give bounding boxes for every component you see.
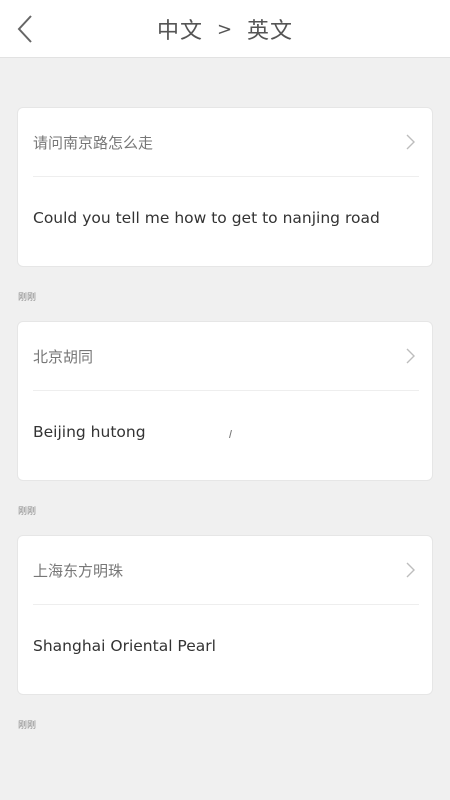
cursor-mark bbox=[229, 430, 232, 438]
chevron-right-icon bbox=[406, 134, 415, 150]
target-language[interactable]: 英文 bbox=[247, 13, 293, 45]
chevron-right-icon bbox=[406, 348, 415, 364]
page-title: 中文 > 英文 bbox=[0, 0, 450, 58]
language-arrow: > bbox=[216, 18, 234, 40]
source-text-row[interactable]: 请问南京路怎么走 bbox=[33, 108, 419, 177]
translation-card: 北京胡同 Beijing hutong bbox=[17, 321, 433, 481]
source-text-row[interactable]: 北京胡同 bbox=[33, 322, 419, 391]
translation-card: 请问南京路怎么走 Could you tell me how to get to… bbox=[17, 107, 433, 267]
timestamp: 刚刚 bbox=[18, 721, 37, 731]
top-bar: 中文 > 英文 bbox=[0, 0, 450, 58]
source-text-row[interactable]: 上海东方明珠 bbox=[33, 536, 419, 605]
chevron-right-icon bbox=[406, 562, 415, 578]
timestamp: 刚刚 bbox=[18, 507, 37, 517]
translated-text: Could you tell me how to get to nanjing … bbox=[33, 209, 380, 227]
translation-card: 上海东方明珠 Shanghai Oriental Pearl bbox=[17, 535, 433, 695]
translated-text: Beijing hutong bbox=[33, 423, 146, 441]
translated-text: Shanghai Oriental Pearl bbox=[33, 637, 216, 655]
source-text: 上海东方明珠 bbox=[33, 561, 124, 580]
source-text: 请问南京路怎么走 bbox=[33, 133, 154, 152]
source-language[interactable]: 中文 bbox=[157, 13, 203, 45]
source-text: 北京胡同 bbox=[33, 347, 94, 366]
timestamp: 刚刚 bbox=[18, 293, 37, 303]
